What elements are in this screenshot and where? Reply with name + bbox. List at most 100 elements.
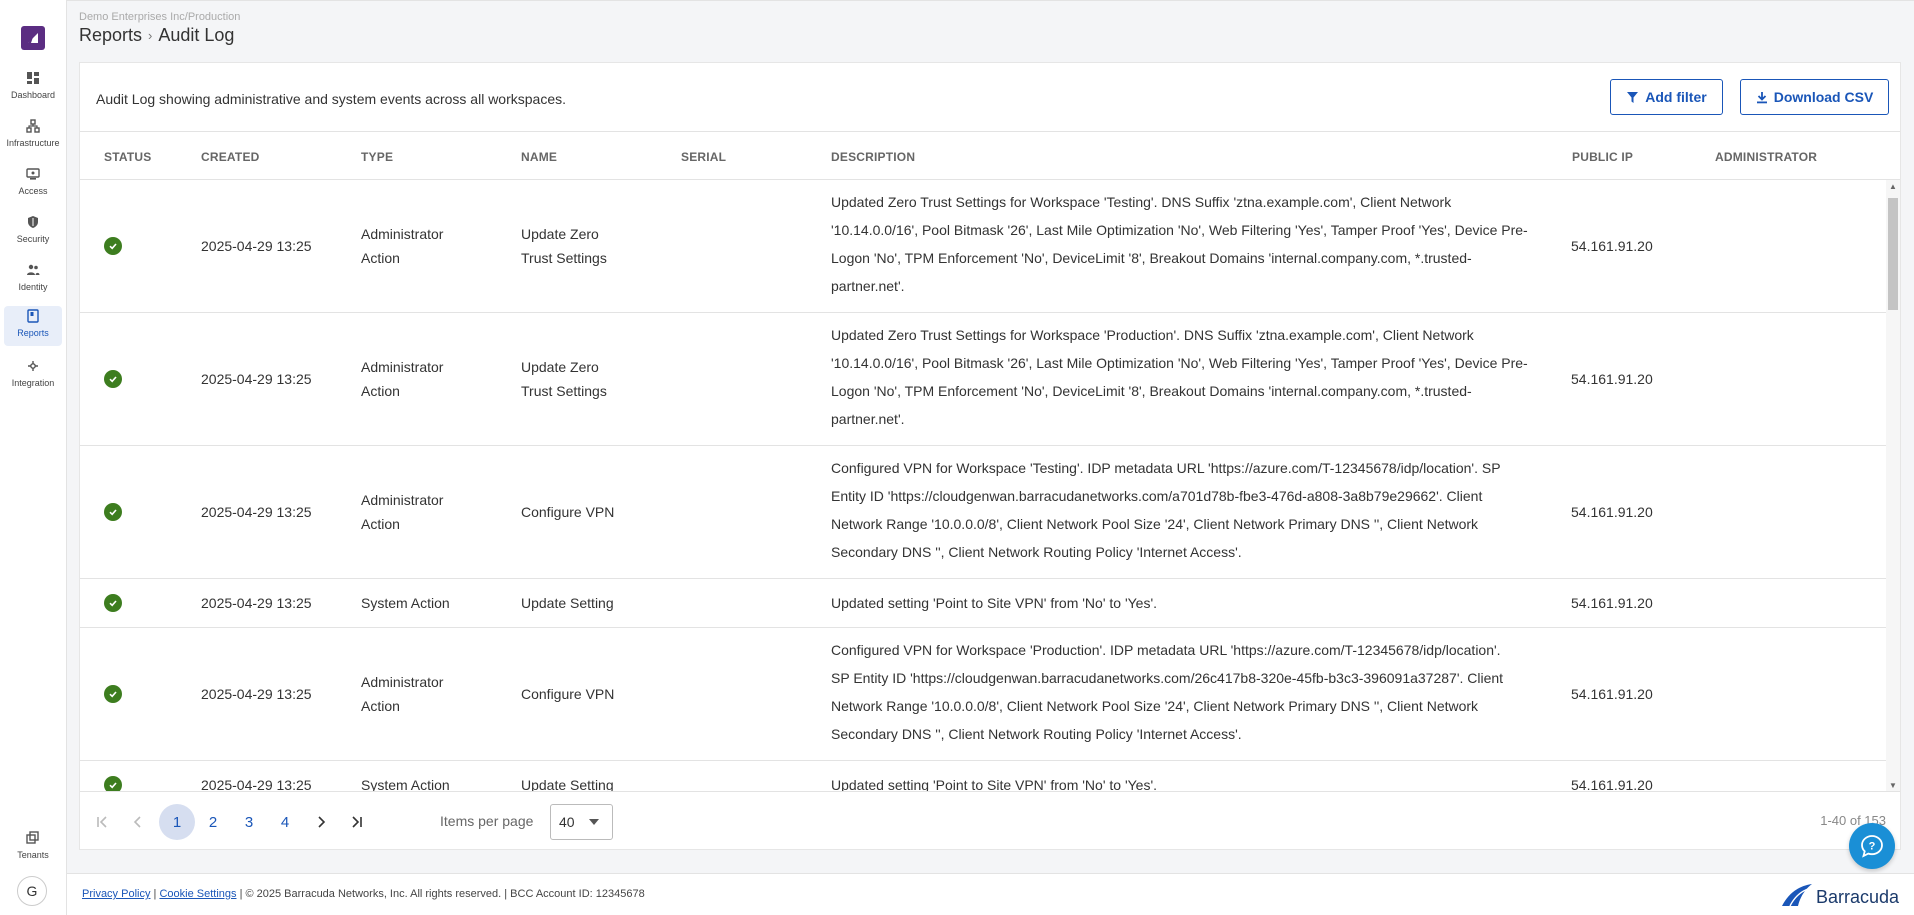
last-page-icon[interactable] — [339, 804, 375, 840]
table-row[interactable]: 2025-04-29 13:25 System Action Update Se… — [80, 761, 1886, 791]
name-cell: Configure VPN — [521, 504, 615, 520]
page-1-button[interactable]: 1 — [159, 804, 195, 840]
table-row[interactable]: 2025-04-29 13:25 Administrator Action Upd… — [80, 313, 1886, 446]
dropdown-arrow-icon — [588, 819, 599, 825]
created-cell: 2025-04-29 13:25 — [201, 595, 312, 611]
sidebar-item-label: Access — [18, 186, 48, 196]
help-question-icon: ? — [1861, 835, 1883, 858]
sidebar-item-label: Dashboard — [10, 90, 56, 100]
sidebar-item-label: Reports — [17, 328, 49, 338]
sidebar-item-dashboard[interactable]: Dashboard — [0, 68, 66, 112]
tenants-icon — [25, 830, 41, 846]
audit-table: STATUS CREATED TYPE NAME SERIAL DESCRIPT… — [80, 131, 1900, 791]
table-row[interactable]: 2025-04-29 13:25 System Action Update Se… — [80, 579, 1886, 628]
success-check-icon — [104, 503, 122, 521]
column-header-name[interactable]: NAME — [521, 150, 557, 164]
sidebar-item-label: Integration — [11, 378, 55, 388]
dashboard-icon — [25, 70, 41, 86]
items-per-page-select[interactable]: 40 — [550, 804, 613, 840]
privacy-policy-link[interactable]: Privacy Policy — [82, 888, 150, 900]
success-check-icon — [104, 685, 122, 703]
public-ip-cell: 54.161.91.20 — [1571, 686, 1653, 702]
public-ip-cell: 54.161.91.20 — [1571, 504, 1653, 520]
column-header-type[interactable]: TYPE — [361, 150, 393, 164]
sidebar-item-infrastructure[interactable]: Infrastructure — [0, 116, 66, 160]
help-button[interactable]: ? — [1849, 823, 1895, 869]
success-check-icon — [104, 776, 122, 791]
column-header-administrator[interactable]: ADMINISTRATOR — [1715, 150, 1817, 164]
table-row[interactable]: 2025-04-29 13:25 Administrator Action Con… — [80, 446, 1886, 579]
column-header-created[interactable]: CREATED — [201, 150, 260, 164]
copyright-text: | © 2025 Barracuda Networks, Inc. All ri… — [239, 888, 645, 900]
name-cell: Update Setting — [521, 777, 614, 791]
column-header-public-ip[interactable]: PUBLIC IP — [1572, 150, 1633, 164]
sidebar-item-identity[interactable]: Identity — [0, 260, 66, 304]
type-cell: Administrator Action — [361, 492, 444, 532]
public-ip-cell: 54.161.91.20 — [1571, 777, 1653, 791]
next-page-icon[interactable] — [303, 804, 339, 840]
type-cell: Administrator Action — [361, 359, 444, 399]
scroll-down-arrow-icon[interactable]: ▼ — [1889, 781, 1897, 790]
scrollbar-thumb[interactable] — [1888, 198, 1898, 310]
add-filter-button[interactable]: Add filter — [1610, 79, 1723, 115]
table-scrollbar[interactable]: ▲ ▼ — [1886, 180, 1900, 791]
success-check-icon — [104, 237, 122, 255]
description-cell: Configured VPN for Workspace 'Production… — [831, 642, 1504, 742]
integration-icon — [25, 358, 41, 374]
org-breadcrumb[interactable]: Demo Enterprises Inc/Production — [79, 11, 240, 23]
brand-logo: Barracuda — [1780, 882, 1899, 908]
card-description: Audit Log showing administrative and sys… — [96, 91, 566, 107]
page-3-button[interactable]: 3 — [231, 804, 267, 840]
created-cell: 2025-04-29 13:25 — [201, 686, 312, 702]
items-per-page-label: Items per page — [440, 813, 534, 829]
table-row[interactable]: 2025-04-29 13:25 Administrator Action Upd… — [80, 180, 1886, 313]
sidebar-item-access[interactable]: Access — [0, 164, 66, 208]
created-cell: 2025-04-29 13:25 — [201, 371, 312, 387]
avatar[interactable]: G — [17, 876, 47, 906]
table-header: STATUS CREATED TYPE NAME SERIAL DESCRIPT… — [80, 132, 1900, 180]
success-check-icon — [104, 370, 122, 388]
description-cell: Updated Zero Trust Settings for Workspac… — [831, 194, 1528, 294]
report-icon — [25, 308, 41, 324]
created-cell: 2025-04-29 13:25 — [201, 777, 312, 791]
footer-text: Privacy Policy | Cookie Settings | © 202… — [82, 888, 645, 900]
column-header-status[interactable]: STATUS — [104, 150, 151, 164]
cookie-settings-link[interactable]: Cookie Settings — [159, 888, 236, 900]
sidebar-item-security[interactable]: Security — [0, 212, 66, 256]
sidebar-item-label: Infrastructure — [6, 138, 60, 148]
page-title: Reports › Audit Log — [79, 25, 234, 46]
name-cell: Update Zero Trust Settings — [521, 359, 607, 399]
barracuda-logo-icon — [28, 33, 38, 43]
column-header-description[interactable]: DESCRIPTION — [831, 150, 915, 164]
breadcrumb-current: Audit Log — [158, 25, 235, 45]
app-logo[interactable] — [21, 26, 45, 50]
first-page-icon[interactable] — [84, 804, 120, 840]
sidebar: Dashboard Infrastructure Access Security… — [0, 0, 67, 915]
pagination: 1 2 3 4 Items per page 40 1-40 of 153 — [80, 791, 1900, 849]
sidebar-item-tenants[interactable]: Tenants — [0, 828, 66, 872]
public-ip-cell: 54.161.91.20 — [1571, 238, 1653, 254]
table-body: 2025-04-29 13:25 Administrator Action Upd… — [80, 180, 1886, 791]
description-cell: Configured VPN for Workspace 'Testing'. … — [831, 460, 1501, 560]
svg-text:?: ? — [1869, 841, 1876, 853]
breadcrumb-parent[interactable]: Reports — [79, 25, 142, 46]
column-header-serial[interactable]: SERIAL — [681, 150, 726, 164]
top-border — [67, 0, 1914, 1]
table-row[interactable]: 2025-04-29 13:25 Administrator Action Con… — [80, 628, 1886, 761]
add-filter-label: Add filter — [1645, 89, 1707, 105]
created-cell: 2025-04-29 13:25 — [201, 238, 312, 254]
sidebar-item-reports[interactable]: Reports — [4, 306, 62, 346]
type-cell: Administrator Action — [361, 226, 444, 266]
page-2-button[interactable]: 2 — [195, 804, 231, 840]
description-cell: Updated setting 'Point to Site VPN' from… — [831, 777, 1158, 791]
sidebar-item-integration[interactable]: Integration — [0, 356, 66, 400]
scroll-up-arrow-icon[interactable]: ▲ — [1889, 182, 1897, 191]
previous-page-icon[interactable] — [120, 804, 156, 840]
footer: Privacy Policy | Cookie Settings | © 202… — [67, 873, 1914, 915]
download-csv-label: Download CSV — [1773, 89, 1874, 105]
infrastructure-icon — [25, 118, 41, 134]
download-csv-button[interactable]: Download CSV — [1740, 79, 1889, 115]
sidebar-item-label: Tenants — [17, 850, 49, 860]
shield-icon — [25, 214, 41, 230]
page-4-button[interactable]: 4 — [267, 804, 303, 840]
